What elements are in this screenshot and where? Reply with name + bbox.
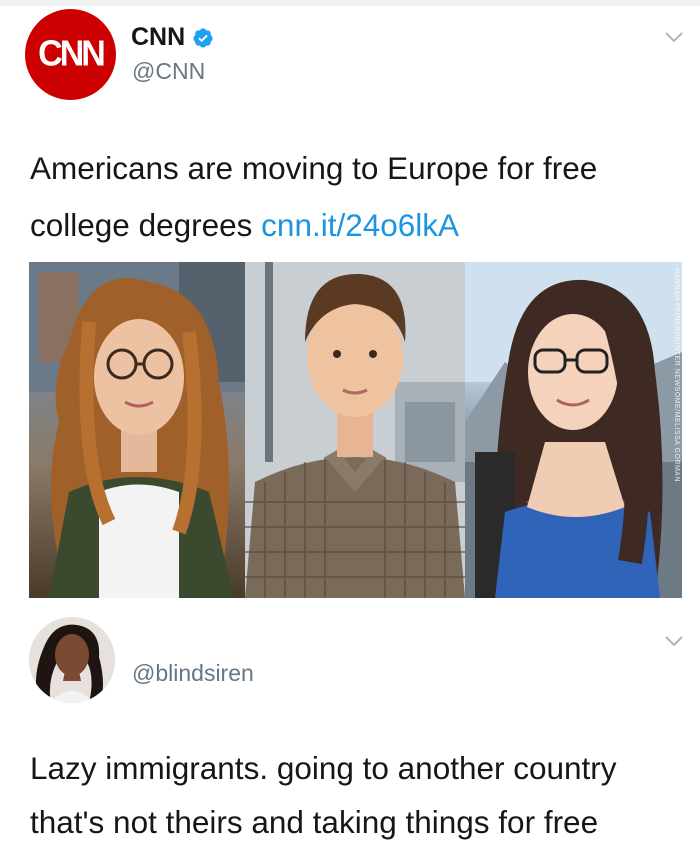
young-man-plaid-shirt-photo	[245, 262, 465, 598]
tweet-media[interactable]: HANNAH FEINER/HUNTER NEWSOME/MELISSA GOR…	[29, 262, 682, 598]
woman-mountains-photo: HANNAH FEINER/HUNTER NEWSOME/MELISSA GOR…	[465, 262, 682, 598]
tweet-text-line: Lazy immigrants. going to another countr…	[30, 750, 617, 786]
blindsiren-avatar[interactable]	[29, 617, 115, 703]
photo-illustration	[29, 262, 245, 598]
top-divider	[0, 0, 700, 6]
tweet-link[interactable]: cnn.it/24o6lkA	[261, 207, 459, 243]
photo-credit: HANNAH FEINER/HUNTER NEWSOME/MELISSA GOR…	[673, 268, 680, 483]
author-handle[interactable]: @CNN	[132, 58, 205, 85]
woman-with-glasses-photo	[29, 262, 245, 598]
display-name[interactable]: CNN	[131, 23, 185, 52]
tweet-text: Americans are moving to Europe for free …	[30, 140, 680, 254]
cnn-avatar[interactable]: CNN	[25, 9, 116, 100]
tweet-text-line: that's not theirs and taking things for …	[30, 804, 599, 840]
photo-illustration	[465, 262, 682, 598]
photo-illustration	[245, 262, 465, 598]
author-handle-2[interactable]: @blindsiren	[132, 660, 254, 687]
chevron-down-icon[interactable]	[664, 31, 684, 43]
tweet-text-2: Lazy immigrants. going to another countr…	[30, 741, 690, 849]
cnn-logo: CNN	[38, 34, 106, 74]
verified-badge-icon	[193, 27, 213, 48]
avatar-illustration	[29, 617, 115, 703]
author-name-row[interactable]: CNN	[131, 23, 214, 52]
chevron-down-icon[interactable]	[664, 635, 684, 647]
